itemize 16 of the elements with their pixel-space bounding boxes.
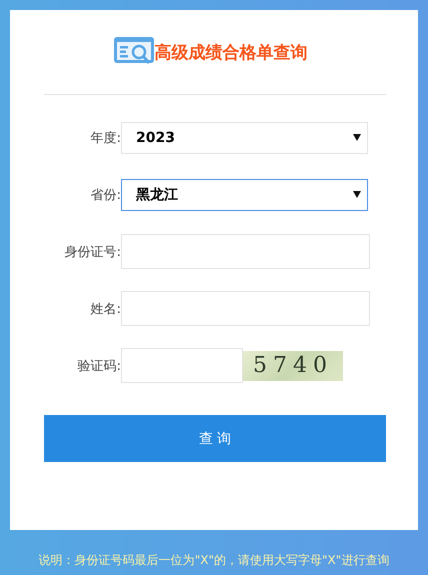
select-field[interactable]: 2023 bbox=[121, 122, 368, 154]
select-field[interactable]: 黑龙江 bbox=[121, 178, 368, 210]
input-field[interactable] bbox=[121, 234, 370, 269]
submit-button[interactable]: 查 询 bbox=[44, 415, 386, 462]
field-label: 验证码: bbox=[76, 358, 121, 374]
page-title: 高级成绩合格单查询 bbox=[154, 42, 308, 64]
captcha-image[interactable]: 5740 bbox=[243, 350, 343, 380]
input-field[interactable] bbox=[121, 348, 243, 383]
field-label: 身份证号: bbox=[64, 244, 121, 260]
caret-icon bbox=[353, 134, 361, 141]
field-label: 省份: bbox=[90, 186, 121, 204]
note-text: 说明：身份证号码最后一位为"X"的，请使用大写字母"X"进行查询 bbox=[38, 552, 390, 569]
field-label: 年度: bbox=[90, 130, 121, 146]
field-label: 姓名: bbox=[90, 300, 121, 318]
input-field[interactable] bbox=[121, 291, 370, 326]
caret-icon bbox=[353, 191, 361, 198]
